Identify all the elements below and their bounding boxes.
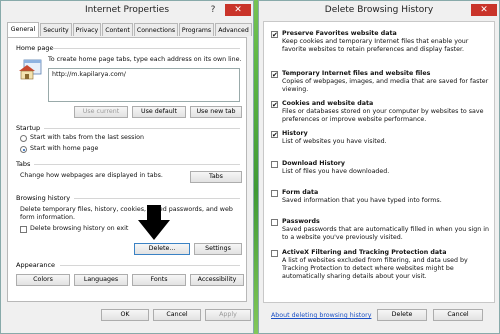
colors-button[interactable]: Colors bbox=[16, 274, 70, 286]
use-new-tab-button[interactable]: Use new tab bbox=[190, 106, 242, 118]
option-title: ActiveX Filtering and Tracking Protectio… bbox=[282, 249, 447, 256]
options-panel: ✔ Preserve Favorites website data Keep c… bbox=[263, 21, 495, 303]
divider bbox=[52, 48, 240, 49]
cancel-button[interactable]: Cancel bbox=[153, 309, 201, 321]
tabs-label: Tabs bbox=[16, 160, 31, 168]
option-checkbox[interactable] bbox=[271, 190, 278, 197]
delete-browsing-history-window: Delete Browsing History ✕ ✔ Preserve Fav… bbox=[258, 0, 500, 334]
internet-properties-window: Internet Properties ? ✕ General Security… bbox=[0, 0, 254, 334]
option-title: Form data bbox=[282, 189, 319, 196]
window-title: Delete Browsing History bbox=[324, 5, 434, 15]
languages-button[interactable]: Languages bbox=[74, 274, 128, 286]
option-checkbox[interactable] bbox=[271, 250, 278, 257]
help-button[interactable]: ? bbox=[205, 4, 221, 16]
ok-button[interactable]: OK bbox=[101, 309, 149, 321]
option-description: Keep cookies and temporary Internet file… bbox=[282, 38, 469, 53]
divider bbox=[60, 265, 240, 266]
option-title: Download History bbox=[282, 160, 346, 167]
tab-advanced[interactable]: Advanced bbox=[215, 23, 252, 36]
option-description: List of files you have downloaded. bbox=[282, 168, 390, 175]
startup-home-page-label: Start with home page bbox=[30, 145, 99, 152]
option-description: Saved information that you have typed in… bbox=[282, 197, 442, 204]
tab-programs[interactable]: Programs bbox=[179, 23, 214, 36]
delete-on-exit-checkbox[interactable] bbox=[20, 226, 27, 233]
cancel-button[interactable]: Cancel bbox=[433, 309, 483, 321]
accessibility-button[interactable]: Accessibility bbox=[190, 274, 244, 286]
option-title: Temporary Internet files and website fil… bbox=[282, 70, 431, 77]
option-title: Cookies and website data bbox=[282, 100, 374, 107]
divider bbox=[74, 198, 240, 199]
option-checkbox[interactable]: ✔ bbox=[271, 101, 278, 109]
divider bbox=[44, 128, 240, 129]
tab-content[interactable]: Content bbox=[102, 23, 133, 36]
settings-button[interactable]: Settings bbox=[194, 243, 242, 255]
option-checkbox[interactable]: ✔ bbox=[271, 31, 278, 39]
tabs-button[interactable]: Tabs bbox=[190, 171, 242, 183]
option-title: History bbox=[282, 130, 308, 137]
option-description: Saved passwords that are automatically f… bbox=[282, 226, 489, 241]
use-default-button[interactable]: Use default bbox=[132, 106, 186, 118]
home-page-url-input[interactable]: http://m.kapilarya.com/ bbox=[48, 68, 240, 102]
home-page-icon bbox=[18, 58, 44, 80]
option-description: List of websites you have visited. bbox=[282, 138, 387, 145]
startup-home-page-radio[interactable] bbox=[20, 146, 27, 153]
option-title: Preserve Favorites website data bbox=[282, 30, 397, 37]
tab-general[interactable]: General bbox=[7, 22, 39, 37]
arrow-down-icon bbox=[136, 205, 172, 241]
delete-button[interactable]: Delete... bbox=[134, 243, 190, 255]
option-description: Files or databases stored on your comput… bbox=[282, 108, 484, 123]
option-description: A list of websites excluded from filteri… bbox=[282, 257, 468, 280]
delete-on-exit-label: Delete browsing history on exit bbox=[30, 225, 129, 232]
divider bbox=[34, 164, 240, 165]
browsing-history-label: Browsing history bbox=[16, 194, 71, 202]
general-tab-panel: Home page To create home page tabs, type… bbox=[7, 37, 247, 302]
tab-connections[interactable]: Connections bbox=[134, 23, 178, 36]
tabs-description: Change how webpages are displayed in tab… bbox=[20, 172, 163, 179]
apply-button[interactable]: Apply bbox=[205, 309, 251, 321]
fonts-button[interactable]: Fonts bbox=[132, 274, 186, 286]
startup-last-session-radio[interactable] bbox=[20, 135, 27, 142]
close-button[interactable]: ✕ bbox=[471, 4, 497, 16]
close-button[interactable]: ✕ bbox=[225, 4, 251, 16]
tab-privacy[interactable]: Privacy bbox=[73, 23, 101, 36]
option-description: Copies of webpages, images, and media th… bbox=[282, 78, 489, 93]
option-checkbox[interactable] bbox=[271, 161, 278, 168]
option-checkbox[interactable]: ✔ bbox=[271, 71, 278, 79]
home-page-hint: To create home page tabs, type each addr… bbox=[48, 56, 242, 63]
tab-security[interactable]: Security bbox=[40, 23, 72, 36]
option-checkbox[interactable] bbox=[271, 219, 278, 226]
use-current-button[interactable]: Use current bbox=[74, 106, 128, 118]
startup-last-session-label: Start with tabs from the last session bbox=[30, 134, 145, 141]
appearance-label: Appearance bbox=[16, 261, 56, 269]
option-title: Passwords bbox=[282, 218, 320, 225]
home-page-label: Home page bbox=[16, 44, 54, 52]
delete-button[interactable]: Delete bbox=[377, 309, 427, 321]
browsing-history-description: Delete temporary files, history, cookies… bbox=[20, 206, 233, 221]
about-deleting-history-link[interactable]: About deleting browsing history bbox=[271, 312, 371, 320]
startup-label: Startup bbox=[16, 124, 41, 132]
option-checkbox[interactable]: ✔ bbox=[271, 131, 278, 139]
